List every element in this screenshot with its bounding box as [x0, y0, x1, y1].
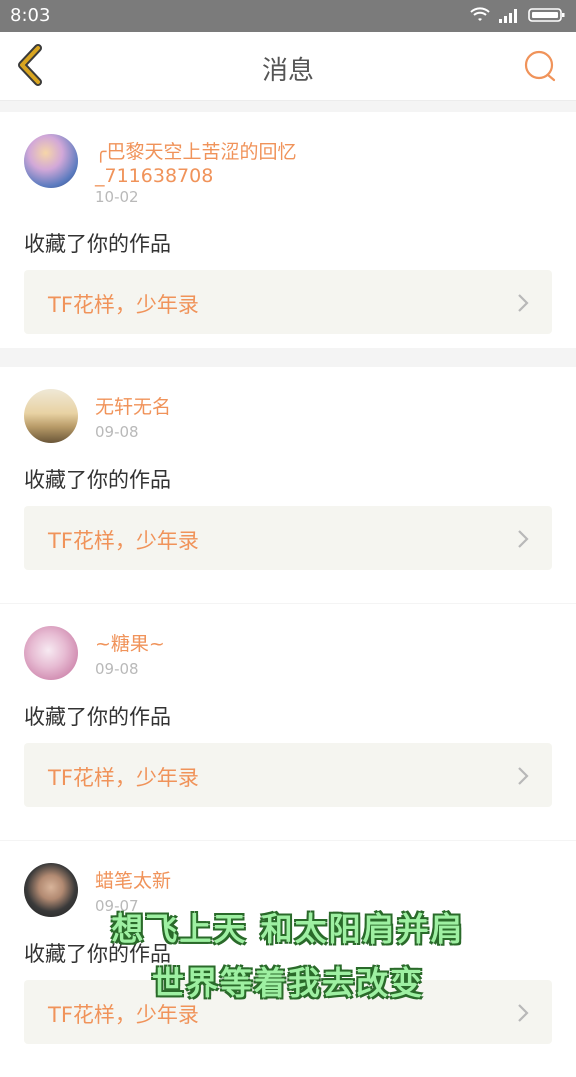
work-title: TF花样，少年录 — [48, 766, 199, 790]
work-link[interactable]: TF花样，少年录 — [24, 270, 552, 334]
overlay-caption-line-1: 想飞上天 和太阳肩并肩 — [111, 910, 465, 948]
avatar[interactable] — [24, 389, 78, 443]
action-text: 收藏了你的作品 — [24, 468, 171, 492]
message-date: 09-08 — [95, 423, 139, 441]
work-title: TF花样，少年录 — [48, 529, 199, 553]
signal-icon — [499, 9, 517, 23]
username[interactable]: ╭巴黎天空上苦涩的回忆_711638708 — [95, 140, 395, 188]
username[interactable]: 蜡笔太新 — [95, 869, 395, 893]
message-date: 09-08 — [95, 660, 139, 678]
chevron-right-icon — [518, 530, 529, 548]
message-card: 无轩无名 09-08 收藏了你的作品 TF花样，少年录 — [0, 367, 576, 603]
overlay-caption-line-2: 世界等着我去改变 — [151, 964, 424, 1002]
page-title: 消息 — [261, 56, 314, 86]
status-time: 8:03 — [10, 5, 51, 26]
chevron-right-icon — [518, 1004, 529, 1022]
chevron-right-icon — [518, 767, 529, 785]
action-text: 收藏了你的作品 — [24, 232, 171, 256]
work-title: TF花样，少年录 — [48, 293, 199, 317]
message-card: ~糖果~ 09-08 收藏了你的作品 TF花样，少年录 — [0, 604, 576, 840]
username[interactable]: 无轩无名 — [95, 395, 395, 419]
action-text: 收藏了你的作品 — [24, 705, 171, 729]
battery-icon — [528, 8, 565, 22]
work-link[interactable]: TF花样，少年录 — [24, 506, 552, 570]
message-card: ╭巴黎天空上苦涩的回忆_711638708 10-02 收藏了你的作品 TF花样… — [0, 112, 576, 348]
work-link[interactable]: TF花样，少年录 — [24, 743, 552, 807]
status-bar: 8:03 — [0, 0, 576, 32]
avatar[interactable] — [24, 134, 78, 188]
chevron-right-icon — [518, 294, 529, 312]
wifi-icon — [470, 7, 490, 21]
search-icon[interactable] — [522, 48, 558, 84]
username[interactable]: ~糖果~ — [95, 632, 395, 656]
header-bar: 消息 — [0, 32, 576, 101]
avatar[interactable] — [24, 626, 78, 680]
message-date: 10-02 — [95, 188, 139, 206]
